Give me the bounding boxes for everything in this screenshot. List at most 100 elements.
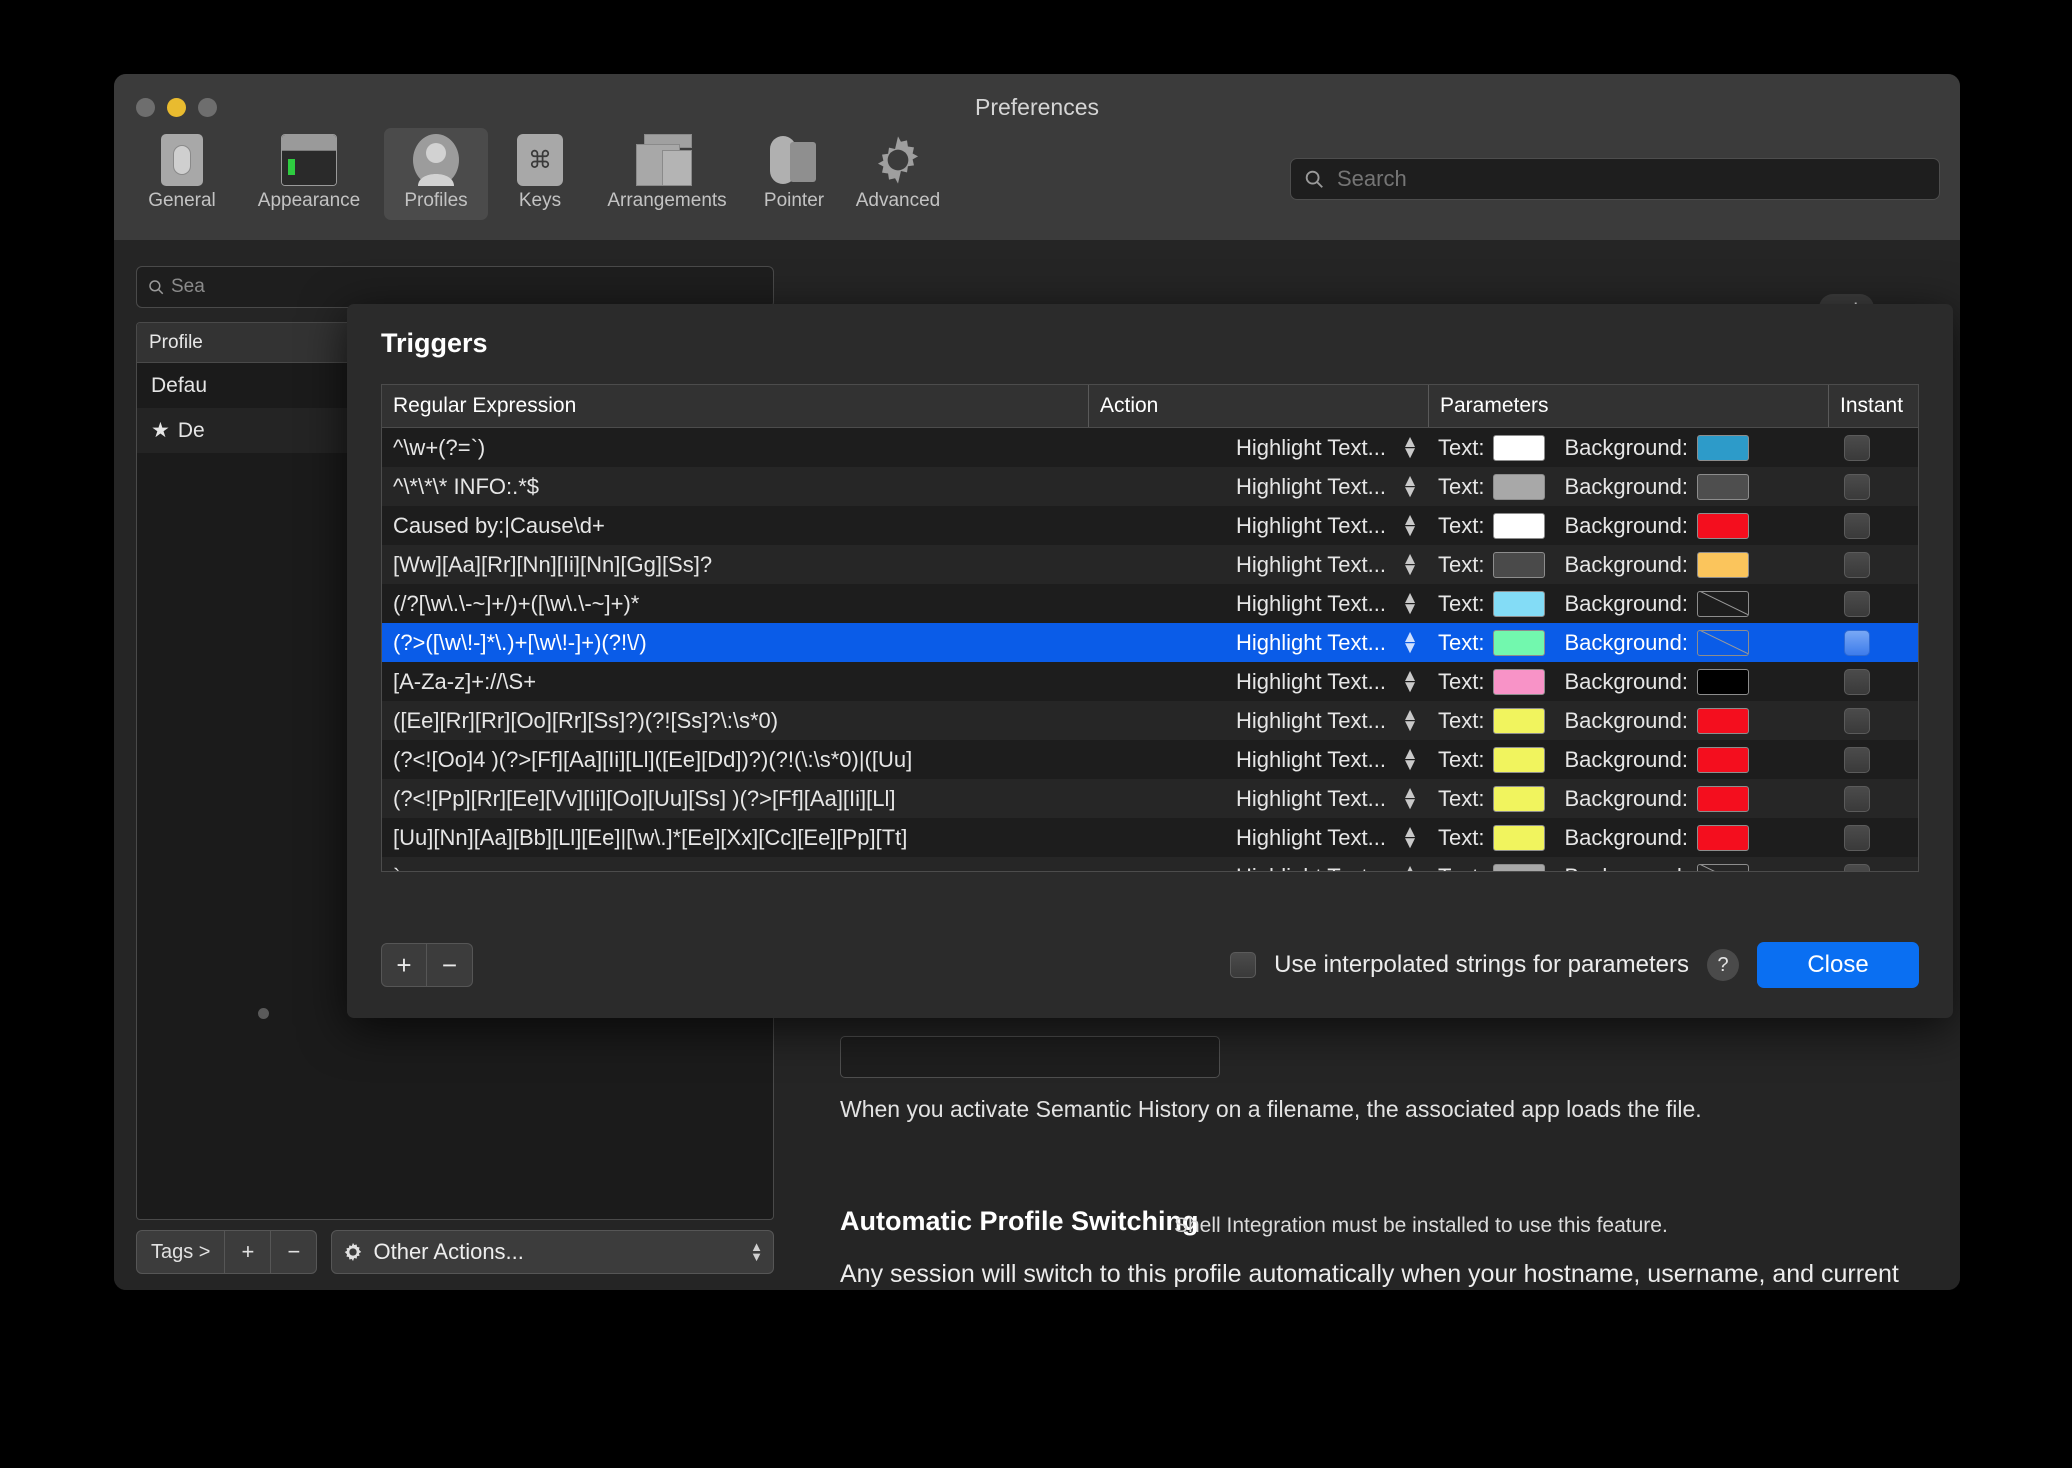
instant-checkbox[interactable] [1844, 629, 1870, 656]
stepper-updown-icon[interactable]: ▲▼ [1402, 667, 1419, 694]
trigger-action-cell[interactable]: Highlight Text... ▲▼ [1088, 545, 1428, 584]
stepper-updown-icon[interactable]: ▲▼ [1402, 628, 1419, 655]
trigger-row[interactable]: (?>([\w\!-]*\.)+[\w\!-]+)(?!\/) Highlight… [382, 623, 1918, 662]
other-actions-menu[interactable]: Other Actions... ▲ ▼ [331, 1230, 774, 1274]
remove-trigger-button[interactable]: − [427, 943, 473, 987]
trigger-action-cell[interactable]: Highlight Text... ▲▼ [1088, 623, 1428, 662]
toolbar-item-keys[interactable]: ⌘ Keys [488, 128, 592, 220]
trigger-row[interactable]: ^\w+(?=`) Highlight Text... ▲ ▼ Text: Backgro… [382, 428, 1918, 467]
semantic-history-field[interactable] [840, 1036, 1220, 1078]
text-color-swatch[interactable] [1493, 512, 1546, 539]
instant-checkbox[interactable] [1844, 824, 1870, 851]
toolbar-item-general[interactable]: General [130, 128, 234, 220]
stepper-updown-icon[interactable]: ▲▼ [1402, 511, 1419, 538]
trigger-regex-cell[interactable]: [Ww][Aa][Rr][Nn][Ii][Nn][Gg][Ss]? [382, 545, 1088, 584]
text-color-swatch[interactable] [1493, 629, 1546, 656]
stepper-updown-icon[interactable]: ▲▼ [1402, 745, 1419, 772]
trigger-row[interactable]: [Ww][Aa][Rr][Nn][Ii][Nn][Gg][Ss]? Highlig… [382, 545, 1918, 584]
trigger-regex-cell[interactable]: ` [382, 857, 1088, 872]
instant-checkbox[interactable] [1844, 668, 1870, 695]
trigger-regex-cell[interactable]: (?>([\w\!-]*\.)+[\w\!-]+)(?!\/) [382, 623, 1088, 662]
trigger-regex-cell[interactable]: (?<![Oo]4 )(?>[Ff][Aa][Ii][Ll]([Ee][Dd])… [382, 740, 1088, 779]
background-color-swatch[interactable] [1697, 746, 1749, 773]
text-color-swatch[interactable] [1493, 785, 1546, 812]
trigger-regex-cell[interactable]: (/?[\w\.\-~]+/)+([\w\.\-~]+)* [382, 584, 1088, 623]
trigger-row[interactable]: (?<![Pp][Rr][Ee][Vv][Ii][Oo][Uu][Ss] )(?… [382, 779, 1918, 818]
background-color-swatch[interactable] [1697, 707, 1749, 734]
trigger-action-cell[interactable]: Highlight Text... ▲▼ [1088, 857, 1428, 871]
toolbar-item-appearance[interactable]: Appearance [234, 128, 384, 220]
instant-checkbox[interactable] [1844, 512, 1870, 539]
profiles-search-box[interactable]: Sea [136, 266, 774, 308]
background-color-swatch[interactable] [1697, 629, 1749, 656]
instant-checkbox[interactable] [1844, 473, 1870, 500]
search-input[interactable] [1335, 165, 1927, 193]
stepper-updown-icon[interactable]: ▲▼ [1402, 589, 1419, 616]
trigger-action-cell[interactable]: Highlight Text... ▲▼ [1088, 584, 1428, 623]
trigger-row[interactable]: (?<![Oo]4 )(?>[Ff][Aa][Ii][Ll]([Ee][Dd])… [382, 740, 1918, 779]
trigger-action-cell[interactable]: Highlight Text... ▲▼ [1088, 701, 1428, 740]
background-color-swatch[interactable] [1697, 863, 1749, 871]
column-header-instant[interactable]: Instant [1828, 385, 1918, 427]
trigger-action-cell[interactable]: Highlight Text... ▲▼ [1088, 779, 1428, 818]
text-color-swatch[interactable] [1493, 707, 1546, 734]
trigger-row[interactable]: (/?[\w\.\-~]+/)+([\w\.\-~]+)* Highlight T… [382, 584, 1918, 623]
stepper-updown-icon[interactable]: ▲▼ [1402, 472, 1419, 499]
trigger-regex-cell[interactable]: Caused by:|Cause\d+ [382, 506, 1088, 545]
stepper-updown-icon[interactable]: ▲▼ [1402, 823, 1419, 850]
toolbar-item-arrangements[interactable]: Arrangements [592, 128, 742, 220]
interpolated-strings-checkbox[interactable] [1230, 952, 1257, 978]
background-color-swatch[interactable] [1697, 785, 1749, 812]
trigger-regex-cell[interactable]: [Uu][Nn][Aa][Bb][Ll][Ee]|[\w\.]*[Ee][Xx]… [382, 818, 1088, 857]
trigger-action-cell[interactable]: Highlight Text... ▲▼ [1088, 506, 1428, 545]
stepper-updown-icon[interactable]: ▲▼ [1402, 706, 1419, 733]
instant-checkbox[interactable] [1844, 551, 1870, 578]
instant-checkbox[interactable] [1844, 785, 1870, 812]
triggers-help-button[interactable]: ? [1707, 949, 1739, 981]
background-color-swatch[interactable] [1697, 512, 1749, 539]
text-color-swatch[interactable] [1493, 746, 1546, 773]
column-header-parameters[interactable]: Parameters [1428, 385, 1828, 427]
column-header-action[interactable]: Action [1088, 385, 1428, 427]
toolbar-item-pointer[interactable]: Pointer [742, 128, 846, 220]
trigger-action-cell[interactable]: Highlight Text... ▲▼ [1088, 662, 1428, 701]
remove-profile-button[interactable]: − [271, 1230, 318, 1274]
trigger-action-cell[interactable]: Highlight Text... ▲▼ [1088, 740, 1428, 779]
tags-button[interactable]: Tags > [136, 1230, 226, 1274]
text-color-swatch[interactable] [1493, 668, 1546, 695]
text-color-swatch[interactable] [1493, 473, 1546, 500]
trigger-regex-cell[interactable]: ([Ee][Rr][Rr][Oo][Rr][Ss]?)(?![Ss]?\:\s*… [382, 701, 1088, 740]
stepper-updown-icon[interactable]: ▲▼ [1402, 784, 1419, 811]
stepper-updown-icon[interactable]: ▲▼ [1402, 862, 1419, 871]
trigger-regex-cell[interactable]: ^\*\*\* INFO:.*$ [382, 467, 1088, 506]
add-profile-button[interactable]: + [225, 1230, 272, 1274]
trigger-regex-cell[interactable]: ^\w+(?=`) [382, 428, 1088, 467]
instant-checkbox[interactable] [1844, 863, 1870, 871]
trigger-regex-cell[interactable]: [A-Za-z]+://\S+ [382, 662, 1088, 701]
toolbar-item-profiles[interactable]: Profiles [384, 128, 488, 220]
background-color-swatch[interactable] [1697, 824, 1749, 851]
trigger-row[interactable]: [A-Za-z]+://\S+ Highlight Text... ▲ ▼ Text: B… [382, 662, 1918, 701]
text-color-swatch[interactable] [1493, 590, 1546, 617]
text-color-swatch[interactable] [1493, 551, 1546, 578]
trigger-action-cell[interactable]: Highlight Text... ▲▼ [1088, 818, 1428, 857]
add-trigger-button[interactable]: + [381, 943, 427, 987]
text-color-swatch[interactable] [1493, 824, 1546, 851]
trigger-action-cell[interactable]: Highlight Text... ▲▼ [1088, 467, 1428, 506]
pane-resize-handle[interactable] [258, 1008, 269, 1019]
trigger-row[interactable]: [Uu][Nn][Aa][Bb][Ll][Ee]|[\w\.]*[Ee][Xx]… [382, 818, 1918, 857]
trigger-row[interactable]: ([Ee][Rr][Rr][Oo][Rr][Ss]?)(?![Ss]?\:\s*… [382, 701, 1918, 740]
column-header-regex[interactable]: Regular Expression [382, 385, 1088, 427]
trigger-row[interactable]: ^\*\*\* INFO:.*$ Highlight Text... ▲ ▼ Text:… [382, 467, 1918, 506]
instant-checkbox[interactable] [1844, 434, 1870, 461]
text-color-swatch[interactable] [1493, 434, 1546, 461]
trigger-regex-cell[interactable]: (?<![Pp][Rr][Ee][Vv][Ii][Oo][Uu][Ss] )(?… [382, 779, 1088, 818]
toolbar-item-advanced[interactable]: Advanced [846, 128, 950, 220]
toolbar-search-box[interactable] [1290, 158, 1940, 200]
close-triggers-button[interactable]: Close [1757, 942, 1919, 988]
background-color-swatch[interactable] [1697, 590, 1749, 617]
text-color-swatch[interactable] [1493, 863, 1546, 871]
background-color-swatch[interactable] [1697, 668, 1749, 695]
background-color-swatch[interactable] [1697, 434, 1749, 461]
instant-checkbox[interactable] [1844, 590, 1870, 617]
